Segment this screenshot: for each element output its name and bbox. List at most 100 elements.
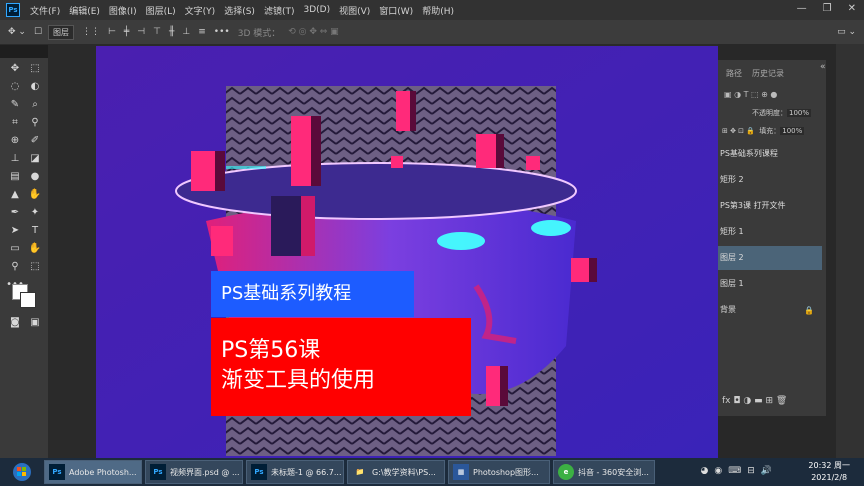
new-layer-icon[interactable]: ⊞ (766, 396, 774, 406)
dodge-icon[interactable]: ▲ (6, 188, 24, 202)
menu-image[interactable]: 图像(I) (109, 4, 137, 17)
tab-history[interactable]: 历史记录 (752, 68, 784, 84)
zoom-icon[interactable]: ⚲ (6, 260, 24, 274)
align-center-icon[interactable]: ╪ (124, 27, 129, 37)
hand-icon[interactable]: ✋ (26, 242, 44, 256)
move-tool-preset-icon[interactable]: ✥ ⌄ (8, 27, 26, 37)
filter-icons[interactable]: ▣ ◑ T ⬚ ⊕ ● (724, 90, 777, 99)
fx-icon[interactable]: fx (722, 396, 731, 406)
layer-row[interactable]: PS第3课 打开文件 (718, 194, 822, 218)
menu-help[interactable]: 帮助(H) (422, 4, 454, 17)
app-tray-icon[interactable]: ◉ (714, 466, 722, 476)
taskbar-item-untitled[interactable]: Ps 未标题-1 @ 66.7... (246, 460, 344, 484)
sponge-icon[interactable]: ✦ (26, 206, 44, 220)
align-bottom-icon[interactable]: ⊥ (182, 27, 190, 37)
wechat-icon[interactable]: ◕ (701, 466, 709, 476)
distribute-icon[interactable]: ≡ (198, 27, 206, 37)
pen-icon[interactable]: ✒ (6, 206, 24, 220)
photoshop-icon: Ps (251, 464, 267, 480)
background-color-swatch[interactable] (20, 292, 36, 308)
menu-window[interactable]: 窗口(W) (379, 4, 413, 17)
brush-icon[interactable]: ✐ (26, 134, 44, 148)
layer-filter-row: ▣ ◑ T ⬚ ⊕ ● (718, 90, 826, 99)
taskbar-item-photoshop-doc[interactable]: ▦ Photoshop图形... (448, 460, 550, 484)
lock-icons[interactable]: ⊞ ✥ ⊡ 🔒 (722, 127, 755, 135)
healing-icon[interactable]: ⊕ (6, 134, 24, 148)
align-right-icon[interactable]: ⊣ (137, 27, 145, 37)
windows-taskbar: Ps Adobe Photosh... Ps 视频界面.psd @ ... Ps 未标… (0, 458, 864, 486)
menu-edit[interactable]: 编辑(E) (69, 4, 100, 17)
layer-row[interactable]: PS基础系列课程 (718, 142, 822, 166)
network-icon[interactable]: ⊟ (747, 466, 755, 476)
layer-select-dropdown[interactable]: 图层 (48, 24, 75, 40)
taskbar-item-photoshop[interactable]: Ps Adobe Photosh... (44, 460, 142, 484)
trash-icon[interactable]: 🗑 (776, 396, 787, 406)
layer-row[interactable]: 图层 1 (718, 272, 822, 296)
taskbar-item-explorer[interactable]: 📁 G:\教学资料\PS... (347, 460, 445, 484)
panel-scrollbar[interactable] (836, 44, 864, 458)
menu-file[interactable]: 文件(F) (30, 4, 60, 17)
marquee-icon[interactable]: ⬚ (26, 62, 44, 76)
path-select-icon[interactable]: ➤ (6, 224, 24, 238)
align-left-icon[interactable]: ⊢ (108, 27, 116, 37)
fill-value[interactable]: 100% (780, 127, 805, 135)
align-middle-icon[interactable]: ╫ (169, 27, 174, 37)
gradient-icon[interactable]: ▤ (6, 170, 24, 184)
opacity-value[interactable]: 100% (787, 109, 812, 117)
menu-view[interactable]: 视图(V) (339, 4, 370, 17)
series-title-banner: PS基础系列教程 (211, 271, 414, 317)
rotate-view-icon[interactable]: ⬚ (26, 260, 44, 274)
smudge-icon[interactable]: ✋ (26, 188, 44, 202)
3d-orbit-icon[interactable]: ⟲ ◎ ✥ ⇔ ▣ (288, 27, 338, 37)
shape-icon[interactable]: ▭ (6, 242, 24, 256)
layer-row[interactable]: 矩形 2 (718, 168, 822, 192)
layer-row[interactable]: 矩形 1 (718, 220, 822, 244)
transform-controls-icon[interactable]: ⋮⋮ (82, 27, 100, 37)
browser-icon: e (558, 464, 574, 480)
menu-select[interactable]: 选择(S) (224, 4, 255, 17)
taskbar-item-video-psd[interactable]: Ps 视频界面.psd @ ... (145, 460, 243, 484)
workspace-icon[interactable]: ▭ ⌄ (837, 27, 856, 37)
layer-row[interactable]: 图层 2 (718, 246, 822, 270)
screen-mode-icon[interactable]: ▣ (26, 316, 44, 330)
stamp-icon[interactable]: ⊥ (6, 152, 24, 166)
quick-select-icon[interactable]: ◐ (26, 80, 44, 94)
eyedropper-icon[interactable]: ⚲ (26, 116, 44, 130)
lesson-number: PS第56课 (221, 338, 321, 363)
photoshop-icon: Ps (150, 464, 166, 480)
align-top-icon[interactable]: ⊤ (153, 27, 161, 37)
menu-3d[interactable]: 3D(D) (303, 5, 330, 15)
minimize-button[interactable]: — (797, 3, 807, 14)
mask-icon[interactable]: ◘ (733, 396, 740, 406)
panel-collapse-icon[interactable]: « (820, 62, 826, 72)
layers-footer: fx ◘ ◑ ▬ ⊞ 🗑 (722, 396, 787, 406)
photoshop-icon: Ps (49, 464, 65, 480)
maximize-button[interactable]: ❐ (823, 3, 832, 14)
opacity-row: 不透明度： 100% (718, 108, 826, 118)
adjustment-icon[interactable]: ◑ (743, 396, 751, 406)
system-clock[interactable]: 20:32 周一 2021/2/8 (808, 460, 850, 484)
layers-panel: 路径 历史记录 ▣ ◑ T ⬚ ⊕ ● 不透明度： 100% ⊞ ✥ ⊡ 🔒 填充… (718, 60, 826, 416)
magic-wand-icon[interactable]: ✎ (6, 98, 24, 112)
group-icon[interactable]: ▬ (754, 396, 763, 406)
object-select-icon[interactable]: ⌕ (26, 98, 44, 112)
start-button[interactable] (0, 458, 44, 486)
taskbar-item-browser[interactable]: e 抖音 - 360安全浏... (553, 460, 655, 484)
blur-icon[interactable]: ● (26, 170, 44, 184)
volume-icon[interactable]: 🔊 (761, 466, 772, 476)
menu-type[interactable]: 文字(Y) (185, 4, 216, 17)
close-button[interactable]: ✕ (848, 3, 856, 14)
tab-paths[interactable]: 路径 (726, 68, 742, 84)
menu-filter[interactable]: 滤镜(T) (264, 4, 295, 17)
system-tray: ◕ ◉ ⌨ ⊟ 🔊 (701, 466, 772, 476)
auto-select-checkbox[interactable]: ☐ (34, 27, 42, 37)
menu-layer[interactable]: 图层(L) (146, 4, 176, 17)
lasso-icon[interactable]: ◌ (6, 80, 24, 94)
type-icon[interactable]: T (26, 224, 44, 238)
move-icon[interactable]: ✥ (6, 62, 24, 76)
more-options-icon[interactable]: ••• (214, 27, 230, 37)
eraser-icon[interactable]: ◪ (26, 152, 44, 166)
input-method-icon[interactable]: ⌨ (728, 466, 741, 476)
crop-icon[interactable]: ⌗ (6, 116, 24, 130)
quick-mask-icon[interactable]: ◙ (6, 316, 24, 330)
